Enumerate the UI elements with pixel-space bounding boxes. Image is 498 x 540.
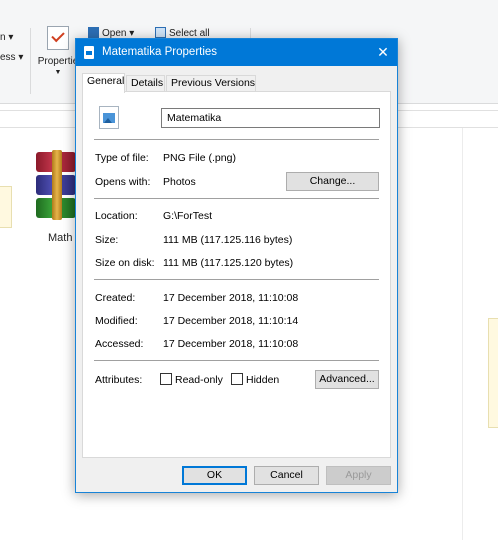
advanced-button[interactable]: Advanced... bbox=[315, 370, 379, 389]
dialog-title: Matematika Properties bbox=[102, 46, 218, 58]
ribbon-separator bbox=[30, 28, 31, 94]
divider bbox=[94, 279, 379, 280]
dialog-titlebar[interactable]: Matematika Properties ✕ bbox=[76, 39, 397, 66]
modified-value: 17 December 2018, 11:10:14 bbox=[163, 315, 299, 327]
divider bbox=[94, 139, 379, 140]
select-all-icon bbox=[155, 27, 166, 38]
ribbon-left-item[interactable]: ess ▾ bbox=[0, 48, 23, 68]
hidden-label[interactable]: Hidden bbox=[246, 374, 279, 386]
strap bbox=[52, 150, 62, 220]
size-value: 111 MB (117.125.116 bytes) bbox=[163, 234, 293, 246]
change-button[interactable]: Change... bbox=[286, 172, 379, 191]
divider bbox=[94, 360, 379, 361]
location-label: Location: bbox=[95, 210, 138, 222]
winrar-file-icon[interactable] bbox=[36, 150, 78, 222]
type-of-file-value: PNG File (.png) bbox=[163, 152, 236, 164]
location-value: G:\ForTest bbox=[163, 210, 213, 222]
general-tab-panel: Matematika Type of file: PNG File (.png)… bbox=[82, 91, 391, 458]
file-name-field[interactable]: Matematika bbox=[161, 108, 380, 128]
file-icon bbox=[84, 46, 94, 59]
image-file-icon bbox=[99, 106, 119, 129]
cancel-button[interactable]: Cancel bbox=[254, 466, 319, 485]
accessed-label: Accessed: bbox=[95, 338, 144, 350]
pane-divider bbox=[462, 128, 463, 540]
created-label: Created: bbox=[95, 292, 136, 304]
size-on-disk-value: 111 MB (117.125.120 bytes) bbox=[163, 257, 294, 269]
created-value: 17 December 2018, 11:10:08 bbox=[163, 292, 299, 304]
file-label[interactable]: Math bbox=[48, 232, 72, 244]
read-only-checkbox[interactable] bbox=[160, 373, 172, 385]
accessed-value: 17 December 2018, 11:10:08 bbox=[163, 338, 299, 350]
apply-button[interactable]: Apply bbox=[326, 466, 391, 485]
ribbon-left-item[interactable]: n ▾ bbox=[0, 28, 23, 48]
type-of-file-label: Type of file: bbox=[95, 152, 149, 164]
read-only-label[interactable]: Read-only bbox=[175, 374, 223, 386]
hidden-checkbox[interactable] bbox=[231, 373, 243, 385]
close-button[interactable]: ✕ bbox=[369, 39, 397, 66]
sticky-note-thumbnail[interactable] bbox=[0, 186, 12, 228]
size-on-disk-label: Size on disk: bbox=[95, 257, 155, 269]
tab-previous-versions[interactable]: Previous Versions bbox=[166, 75, 256, 92]
tab-details[interactable]: Details bbox=[126, 75, 165, 92]
open-icon bbox=[88, 27, 99, 38]
ok-button[interactable]: OK bbox=[182, 466, 247, 485]
divider bbox=[94, 198, 379, 199]
close-icon: ✕ bbox=[377, 44, 389, 60]
opens-with-value: Photos bbox=[163, 176, 196, 188]
modified-label: Modified: bbox=[95, 315, 138, 327]
properties-icon bbox=[47, 26, 69, 50]
tab-general[interactable]: General bbox=[82, 73, 125, 93]
sticky-note-thumbnail[interactable] bbox=[488, 318, 498, 428]
opens-with-label: Opens with: bbox=[95, 176, 151, 188]
attributes-label: Attributes: bbox=[95, 374, 143, 386]
size-label: Size: bbox=[95, 234, 119, 246]
properties-dialog: Matematika Properties ✕ General Details … bbox=[75, 38, 398, 493]
ribbon-left-group: n ▾ ess ▾ bbox=[0, 28, 23, 68]
